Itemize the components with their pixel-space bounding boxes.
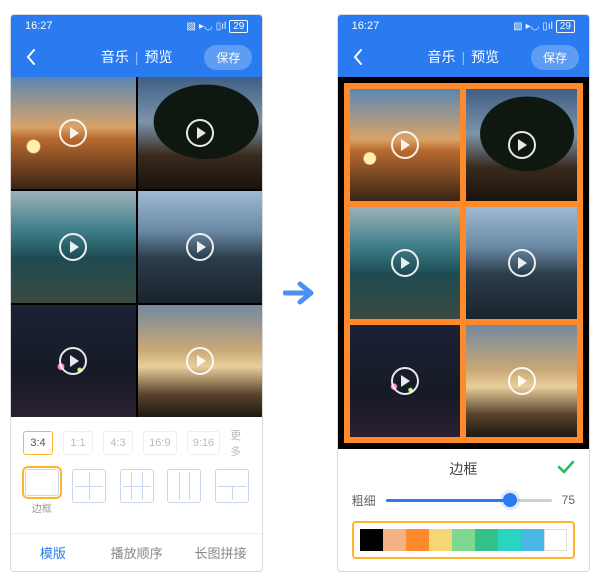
grid-mix-icon — [215, 469, 249, 503]
check-icon — [557, 460, 575, 474]
play-icon[interactable] — [186, 347, 214, 375]
header-separator: | — [135, 49, 139, 65]
back-chevron-icon — [26, 49, 36, 65]
color-swatch[interactable] — [475, 529, 498, 551]
color-swatch[interactable] — [406, 529, 429, 551]
panel-title: 边框 — [449, 459, 477, 479]
cell-1[interactable] — [350, 89, 461, 201]
layout-border[interactable]: 边框 — [23, 469, 60, 515]
battery-icon: 29 — [556, 20, 575, 33]
layout-mix[interactable] — [213, 469, 250, 515]
collage-canvas[interactable] — [11, 77, 262, 417]
cell-2[interactable] — [138, 77, 263, 189]
app-header: 音乐 | 预览 保存 — [338, 37, 589, 77]
color-swatch[interactable] — [544, 529, 567, 551]
color-swatch[interactable] — [452, 529, 475, 551]
status-bar: 16:27 ▧ ▸◡ ▯ıl 29 — [11, 15, 262, 37]
cell-1[interactable] — [11, 77, 136, 189]
arrow-right-icon — [283, 278, 317, 308]
color-swatch[interactable] — [521, 529, 544, 551]
tab-play-order[interactable]: 播放顺序 — [95, 534, 179, 571]
status-bar: 16:27 ▧ ▸◡ ▯ıl 29 — [338, 15, 589, 37]
play-icon[interactable] — [391, 131, 419, 159]
app-header: 音乐 | 预览 保存 — [11, 37, 262, 77]
color-swatch[interactable] — [383, 529, 406, 551]
play-icon[interactable] — [391, 367, 419, 395]
tab-long-stitch[interactable]: 长图拼接 — [179, 534, 263, 571]
header-preview[interactable]: 预览 — [144, 47, 172, 67]
back-chevron-icon — [353, 49, 363, 65]
thickness-slider[interactable] — [386, 491, 552, 509]
ratio-3-4[interactable]: 3:4 — [23, 431, 53, 455]
phone-before: 16:27 ▧ ▸◡ ▯ıl 29 音乐 | 预览 保存 — [10, 14, 263, 572]
header-separator: | — [462, 49, 466, 65]
grid-cols-icon — [167, 469, 201, 503]
battery-icon: 29 — [229, 20, 248, 33]
hd-icon: ▧ — [187, 21, 196, 32]
back-button[interactable] — [21, 49, 41, 65]
status-indicators: ▧ ▸◡ ▯ıl 29 — [513, 20, 575, 33]
cell-6[interactable] — [138, 305, 263, 417]
ratio-16-9[interactable]: 16:9 — [143, 431, 177, 455]
signal-icon: ▯ıl — [542, 21, 553, 32]
cell-4[interactable] — [466, 207, 577, 319]
ratio-9-16[interactable]: 9:16 — [187, 431, 221, 455]
slider-thumb[interactable] — [503, 493, 517, 507]
grid-3x2-icon — [120, 469, 154, 503]
border-thumb-icon — [25, 469, 59, 496]
header-preview[interactable]: 预览 — [471, 47, 499, 67]
cell-5[interactable] — [11, 305, 136, 417]
layout-3x2[interactable] — [118, 469, 155, 515]
save-button[interactable]: 保存 — [531, 45, 579, 70]
header-music[interactable]: 音乐 — [428, 47, 456, 67]
tab-template[interactable]: 模版 — [11, 534, 95, 571]
thickness-value: 75 — [562, 493, 575, 507]
confirm-button[interactable] — [557, 460, 575, 479]
aspect-ratio-row: 3:4 1:1 4:3 16:9 9:16 更多 — [11, 417, 262, 463]
layout-border-label: 边框 — [32, 500, 52, 515]
save-button[interactable]: 保存 — [204, 45, 252, 70]
thickness-label: 粗细 — [352, 492, 376, 509]
play-icon[interactable] — [508, 367, 536, 395]
grid-2x2-icon — [72, 469, 106, 503]
ratio-more[interactable]: 更多 — [230, 427, 250, 459]
border-panel: 边框 粗细 75 — [338, 449, 589, 571]
cell-3[interactable] — [350, 207, 461, 319]
transition-arrow — [281, 278, 318, 308]
play-icon[interactable] — [186, 119, 214, 147]
wifi-icon: ▸◡ — [526, 21, 540, 32]
color-swatch[interactable] — [360, 529, 383, 551]
play-icon[interactable] — [508, 131, 536, 159]
play-icon[interactable] — [391, 249, 419, 277]
back-button[interactable] — [348, 49, 368, 65]
play-icon[interactable] — [508, 249, 536, 277]
layout-2x2[interactable] — [70, 469, 107, 515]
phone-after: 16:27 ▧ ▸◡ ▯ıl 29 音乐 | 预览 保存 — [337, 14, 590, 572]
layout-cols[interactable] — [165, 469, 202, 515]
ratio-1-1[interactable]: 1:1 — [63, 431, 93, 455]
cell-4[interactable] — [138, 191, 263, 303]
bottom-panel: 3:4 1:1 4:3 16:9 9:16 更多 边框 — [11, 417, 262, 571]
status-time: 16:27 — [25, 20, 53, 32]
cell-2[interactable] — [466, 89, 577, 201]
play-icon[interactable] — [186, 233, 214, 261]
layout-row: 边框 — [11, 463, 262, 523]
status-indicators: ▧ ▸◡ ▯ıl 29 — [187, 20, 249, 33]
cell-3[interactable] — [11, 191, 136, 303]
color-swatches — [352, 521, 575, 559]
hd-icon: ▧ — [513, 21, 522, 32]
cell-5[interactable] — [350, 325, 461, 437]
signal-icon: ▯ıl — [216, 21, 227, 32]
wifi-icon: ▸◡ — [199, 21, 213, 32]
color-swatch[interactable] — [498, 529, 521, 551]
bottom-tabs: 模版 播放顺序 长图拼接 — [11, 533, 262, 571]
status-time: 16:27 — [352, 20, 380, 32]
collage-canvas[interactable] — [338, 77, 589, 449]
cell-6[interactable] — [466, 325, 577, 437]
ratio-4-3[interactable]: 4:3 — [103, 431, 133, 455]
header-music[interactable]: 音乐 — [101, 47, 129, 67]
color-swatch[interactable] — [429, 529, 452, 551]
